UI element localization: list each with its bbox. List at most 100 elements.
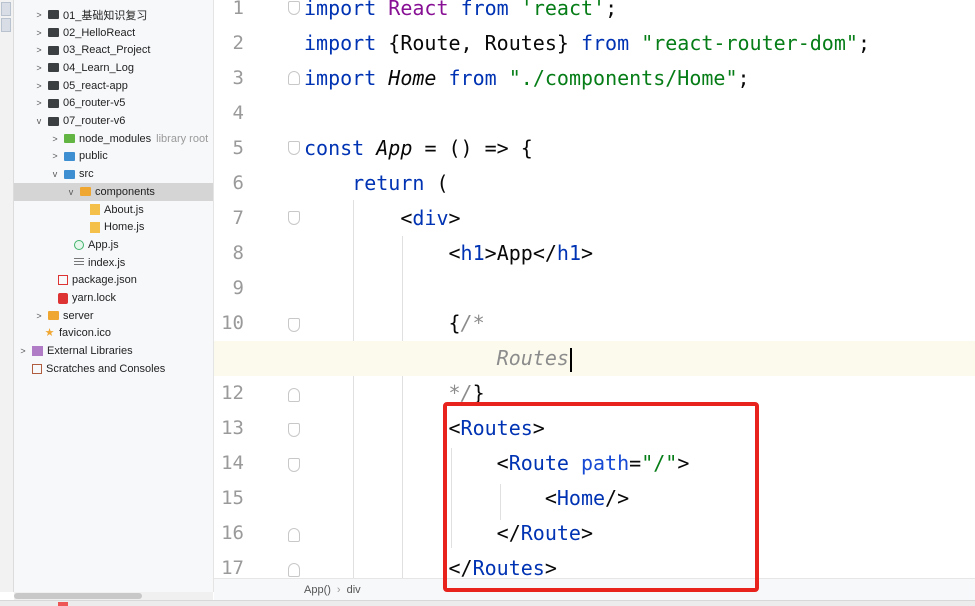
line-number: 12: [221, 382, 244, 404]
fold-marker-icon[interactable]: [288, 318, 300, 332]
punctuation: {: [448, 311, 461, 335]
tree-item-label: yarn.lock: [72, 292, 117, 305]
chevron-right-icon[interactable]: >: [34, 45, 44, 55]
tree-item-03[interactable]: > 03_React_Project: [14, 41, 213, 59]
jsx-tag: h1: [460, 241, 485, 265]
tree-item-label: index.js: [88, 256, 126, 269]
jsx-tag: h1: [556, 241, 581, 265]
tool-window-strip: [0, 0, 14, 592]
tree-item-label: 07_router-v6: [63, 115, 126, 128]
status-bar: [0, 600, 975, 606]
fold-marker-icon[interactable]: [288, 563, 300, 577]
chevron-right-icon[interactable]: >: [34, 63, 44, 73]
scrollbar-thumb[interactable]: [14, 593, 142, 599]
tree-horizontal-scrollbar[interactable]: [14, 592, 213, 600]
tree-item-02[interactable]: > 02_HelloReact: [14, 24, 213, 42]
fold-marker-icon[interactable]: [288, 458, 300, 472]
punctuation: </: [532, 241, 557, 265]
npm-package-icon: [58, 275, 68, 286]
fold-marker-icon[interactable]: [288, 423, 300, 437]
tree-item-label: package.json: [72, 274, 137, 287]
chevron-right-icon[interactable]: >: [34, 98, 44, 108]
chevron-right-icon[interactable]: >: [34, 81, 44, 91]
tree-item-scratches[interactable]: Scratches and Consoles: [14, 360, 213, 378]
tree-item-hint: library root: [156, 132, 209, 145]
breadcrumb-item-div[interactable]: div: [347, 584, 361, 596]
tree-item-label: public: [79, 150, 108, 163]
chevron-right-icon[interactable]: >: [34, 311, 44, 321]
breadcrumb-item-app[interactable]: App(): [304, 584, 331, 596]
line-number: 4: [232, 102, 244, 124]
punctuation: ;: [737, 66, 750, 90]
node-js-file-icon: [74, 239, 84, 250]
tree-item-home-js[interactable]: Home.js: [14, 218, 213, 236]
jsx-tag: div: [412, 206, 449, 230]
chevron-right-icon[interactable]: >: [50, 134, 60, 144]
chevron-down-icon[interactable]: v: [50, 169, 60, 179]
tree-item-app-js[interactable]: App.js: [14, 236, 213, 254]
chevron-down-icon[interactable]: v: [34, 116, 44, 126]
identifier: React: [388, 0, 449, 20]
keyword: const: [304, 136, 365, 160]
tree-item-label: 04_Learn_Log: [63, 61, 134, 74]
tree-item-src[interactable]: v src: [14, 165, 213, 183]
fold-marker-icon[interactable]: [288, 71, 300, 85]
chevron-right-icon[interactable]: >: [18, 346, 28, 356]
tree-item-server[interactable]: > server: [14, 307, 213, 325]
fold-marker-icon[interactable]: [288, 528, 300, 542]
folder-icon: [48, 63, 59, 73]
fold-marker-icon[interactable]: [288, 141, 300, 155]
problem-indicator-icon[interactable]: [58, 602, 68, 606]
tree-item-yarn-lock[interactable]: yarn.lock: [14, 289, 213, 307]
tree-item-07[interactable]: v 07_router-v6: [14, 112, 213, 130]
folder-icon: [48, 81, 59, 91]
js-file-icon: [90, 221, 100, 233]
code-text: = () => {: [424, 136, 533, 160]
string-literal: 'react': [520, 0, 606, 20]
js-file-icon: [90, 204, 100, 216]
tree-item-06[interactable]: > 06_router-v5: [14, 95, 213, 113]
tree-item-package-json[interactable]: package.json: [14, 272, 213, 290]
ide-window: > 01_基础知识复习 > 02_HelloReact > 03_React_P…: [0, 0, 975, 606]
tree-item-public[interactable]: > public: [14, 148, 213, 166]
tree-item-label: About.js: [104, 203, 144, 216]
editor-gutter: 1 2 3 4 5 6 7 8 9 10 11 12 13 14 15 16 1…: [214, 0, 304, 578]
project-tool-icon[interactable]: [1, 2, 11, 16]
chevron-down-icon[interactable]: v: [66, 187, 76, 197]
fold-marker-icon[interactable]: [288, 1, 300, 15]
code-line-6: return (: [304, 166, 975, 201]
folder-icon: [48, 28, 59, 38]
breadcrumb-separator: ›: [336, 584, 341, 596]
fold-marker-icon[interactable]: [288, 388, 300, 402]
chevron-right-icon[interactable]: >: [34, 28, 44, 38]
line-number: 9: [232, 277, 244, 299]
line-number: 6: [232, 172, 244, 194]
tree-item-index-js[interactable]: index.js: [14, 254, 213, 272]
line-number: 7: [232, 207, 244, 229]
code-line-2: import {Route, Routes} from "react-route…: [304, 26, 975, 61]
tree-item-about-js[interactable]: About.js: [14, 201, 213, 219]
tree-item-label: App.js: [88, 238, 119, 251]
structure-tool-icon[interactable]: [1, 18, 11, 32]
punctuation: >: [484, 241, 497, 265]
keyword: import: [304, 31, 377, 55]
tree-item-04[interactable]: > 04_Learn_Log: [14, 59, 213, 77]
punctuation: >: [448, 206, 461, 230]
identifier: App: [376, 136, 413, 160]
folder-icon: [48, 45, 59, 55]
tree-item-label: 03_React_Project: [63, 44, 151, 57]
tree-item-01[interactable]: > 01_基础知识复习: [14, 6, 213, 24]
tree-item-favicon[interactable]: ★ favicon.ico: [14, 325, 213, 343]
tree-item-components[interactable]: v components: [14, 183, 213, 201]
line-number: 8: [232, 242, 244, 264]
tree-item-external-libraries[interactable]: > External Libraries: [14, 342, 213, 360]
chevron-right-icon[interactable]: >: [50, 151, 60, 161]
punctuation: <: [448, 241, 461, 265]
fold-marker-icon[interactable]: [288, 211, 300, 225]
tree-item-node-modules[interactable]: > node_modules library root: [14, 130, 213, 148]
library-folder-icon: [64, 134, 75, 144]
chevron-right-icon[interactable]: >: [34, 10, 44, 20]
jsx-text: App: [496, 241, 533, 265]
tree-item-05[interactable]: > 05_react-app: [14, 77, 213, 95]
line-number: 5: [232, 137, 244, 159]
